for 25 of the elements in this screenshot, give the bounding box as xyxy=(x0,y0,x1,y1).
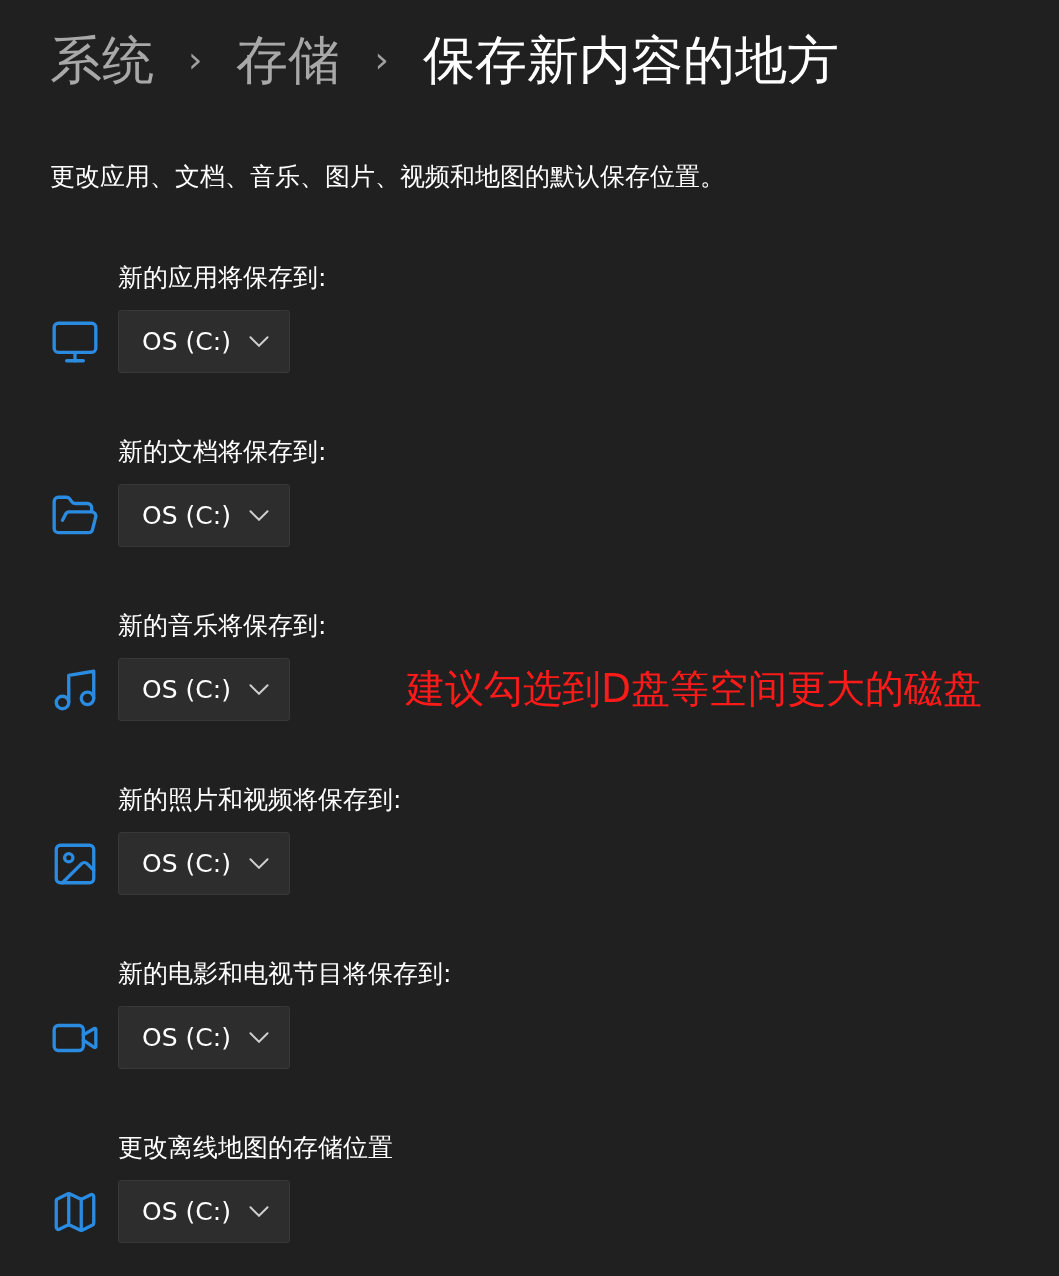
caret-icon xyxy=(249,336,269,347)
caret-icon xyxy=(249,684,269,695)
breadcrumb-item[interactable]: 系统 xyxy=(50,22,154,98)
drive-dropdown[interactable]: OS (C:) xyxy=(118,832,290,895)
caret-icon xyxy=(249,1032,269,1043)
location-label: 新的文档将保存到: xyxy=(118,436,328,468)
drive-dropdown[interactable]: OS (C:) xyxy=(118,310,290,373)
drive-dropdown[interactable]: OS (C:) xyxy=(118,1180,290,1243)
drive-dropdown[interactable]: OS (C:) xyxy=(118,1006,290,1069)
location-label: 新的音乐将保存到: xyxy=(118,610,328,642)
annotation: 建议勾选到D盘等空间更大的磁盘 xyxy=(406,665,983,714)
description: 更改应用、文档、音乐、图片、视频和地图的默认保存位置。 xyxy=(50,161,726,193)
location-label: 新的照片和视频将保存到: xyxy=(118,784,403,816)
drive-dropdown[interactable]: OS (C:) xyxy=(118,484,290,547)
breadcrumb-separator: › xyxy=(374,38,389,82)
location-label: 新的电影和电视节目将保存到: xyxy=(118,958,453,990)
caret-icon xyxy=(249,858,269,869)
location-label: 新的应用将保存到: xyxy=(118,262,328,294)
location-label: 更改离线地图的存储位置 xyxy=(118,1132,394,1164)
breadcrumb-item: 保存新内容的地方 xyxy=(422,29,839,92)
breadcrumb-separator: › xyxy=(188,38,203,82)
drive-dropdown[interactable]: OS (C:) xyxy=(118,658,290,721)
breadcrumb-item[interactable]: 存储 xyxy=(236,22,341,98)
caret-icon xyxy=(249,510,269,521)
caret-icon xyxy=(249,1206,269,1217)
